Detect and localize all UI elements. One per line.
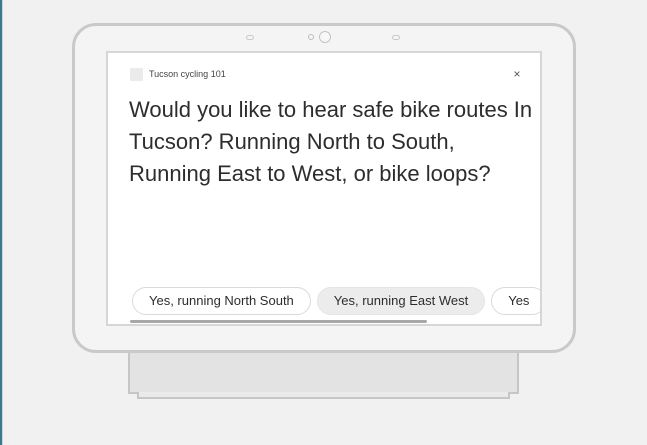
- app-icon: [130, 68, 143, 81]
- window-edge-shadow: [2, 0, 3, 445]
- horizontal-scrollbar[interactable]: [130, 320, 540, 323]
- camera-icon: [319, 31, 331, 43]
- scrollbar-thumb[interactable]: [130, 320, 427, 323]
- speaker-base-foot: [137, 392, 510, 399]
- speaker-base: [128, 346, 519, 394]
- assistant-prompt: Would you like to hear safe bike routes …: [129, 97, 533, 186]
- mic-right-icon: [392, 35, 400, 40]
- suggestion-chips: Yes, running North South Yes, running Eas…: [132, 287, 540, 315]
- close-icon[interactable]: ×: [510, 67, 524, 81]
- chip-north-south[interactable]: Yes, running North South: [132, 287, 311, 315]
- display-screen: Tucson cycling 101 × Would you like to h…: [106, 51, 542, 326]
- chip-east-west[interactable]: Yes, running East West: [316, 287, 486, 315]
- ambient-sensor-icon: [308, 34, 314, 40]
- app-title: Tucson cycling 101: [149, 69, 226, 79]
- mic-left-icon: [246, 35, 254, 40]
- chip-third[interactable]: Yes: [491, 287, 540, 315]
